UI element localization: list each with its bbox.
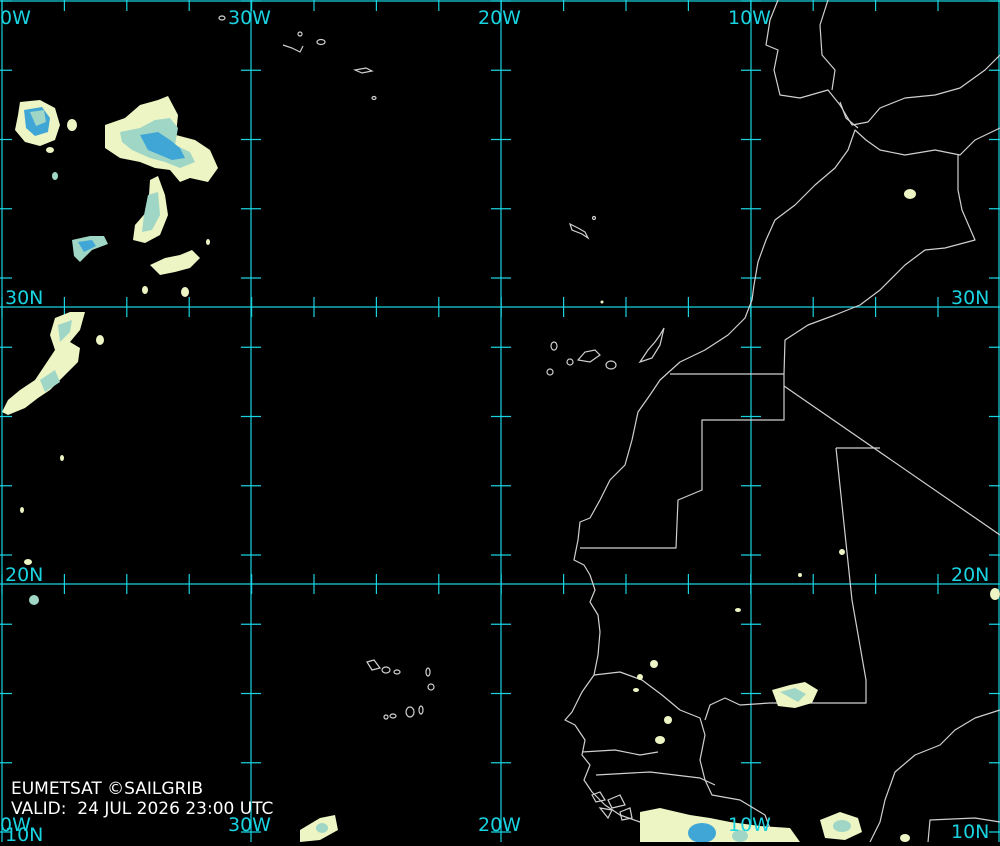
satellite-map [0,0,1000,842]
lon-label-30w-top: 30W [228,7,271,29]
valid-time-line: VALID: 24 JUL 2026 23:00 UTC [11,800,273,818]
lat-label-20n-left: 20N [5,564,44,586]
lat-label-30n-right: 30N [951,287,990,309]
source-credit: EUMETSAT ©SAILGRIB [11,779,204,799]
lon-label-20w-top: 20W [478,7,521,29]
lon-label-40w-top: 0W [0,7,31,29]
valid-time: 24 JUL 2026 23:00 UTC [77,799,274,819]
lat-label-30n-left: 30N [5,287,44,309]
valid-prefix: VALID: [11,799,67,819]
lat-label-20n-right: 20N [951,564,990,586]
lon-label-10w-bottom: 10W [728,814,771,836]
lon-label-20w-bottom: 20W [478,814,521,836]
lat-label-10n-right: 10N [951,821,990,843]
lon-label-10w-top: 10W [728,7,771,29]
